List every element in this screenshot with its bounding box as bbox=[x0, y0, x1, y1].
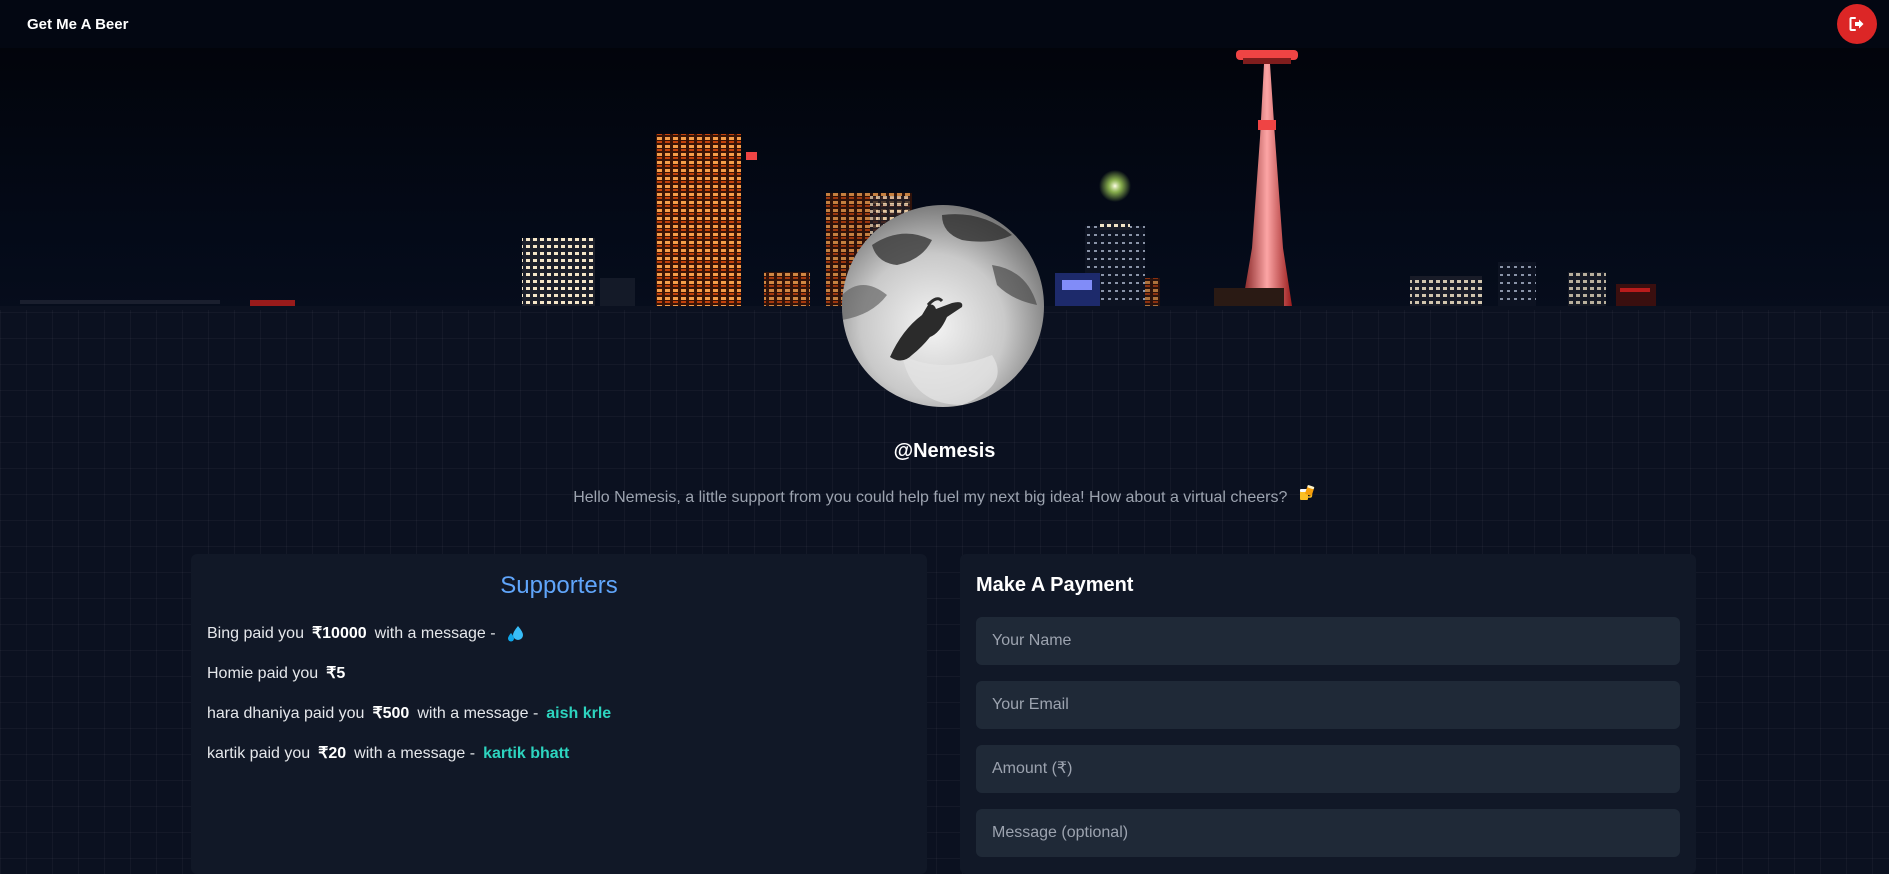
profile-avatar bbox=[842, 205, 1044, 407]
amount-input[interactable] bbox=[976, 745, 1680, 793]
supporter-connector: with a message - bbox=[354, 745, 476, 762]
supporter-item: Bing paid you ₹10000 with a message - bbox=[207, 614, 911, 654]
profile-bio-wrap: Hello Nemesis, a little support from you… bbox=[0, 484, 1889, 507]
supporter-message: aish krle bbox=[546, 705, 612, 722]
supporters-panel: Supporters Bing paid you ₹10000 with a m… bbox=[191, 554, 927, 874]
logout-icon bbox=[1849, 17, 1864, 31]
droplets-icon bbox=[506, 625, 526, 643]
payment-title: Make A Payment bbox=[976, 574, 1134, 596]
navbar: Get Me A Beer bbox=[0, 0, 1889, 48]
supporter-text: Homie paid you bbox=[207, 665, 319, 682]
supporter-text: hara dhaniya paid you bbox=[207, 705, 365, 722]
supporter-text: kartik paid you bbox=[207, 745, 311, 762]
logout-button[interactable] bbox=[1837, 4, 1877, 44]
payment-panel: Make A Payment bbox=[960, 554, 1696, 874]
message-input[interactable] bbox=[976, 809, 1680, 857]
profile-bio: Hello Nemesis, a little support from you… bbox=[573, 489, 1288, 506]
supporter-amount: ₹20 bbox=[318, 745, 347, 762]
supporter-amount: ₹500 bbox=[372, 705, 410, 722]
email-input[interactable] bbox=[976, 681, 1680, 729]
supporter-amount: ₹10000 bbox=[311, 625, 367, 642]
supporters-title: Supporters bbox=[500, 572, 618, 599]
name-input[interactable] bbox=[976, 617, 1680, 665]
supporter-text: Bing paid you bbox=[207, 625, 304, 642]
supporter-item: Homie paid you ₹5 bbox=[207, 654, 911, 694]
supporter-item: kartik paid you ₹20 with a message - kar… bbox=[207, 734, 911, 774]
beer-icon bbox=[1298, 484, 1316, 507]
supporter-message: kartik bhatt bbox=[483, 745, 570, 762]
profile-username: @Nemesis bbox=[893, 440, 996, 462]
supporter-connector: with a message - bbox=[374, 625, 496, 642]
supporter-item: hara dhaniya paid you ₹500 with a messag… bbox=[207, 694, 911, 734]
supporter-connector: with a message - bbox=[417, 705, 539, 722]
supporter-amount: ₹5 bbox=[326, 665, 346, 682]
brand-logo-text[interactable]: Get Me A Beer bbox=[27, 16, 128, 33]
